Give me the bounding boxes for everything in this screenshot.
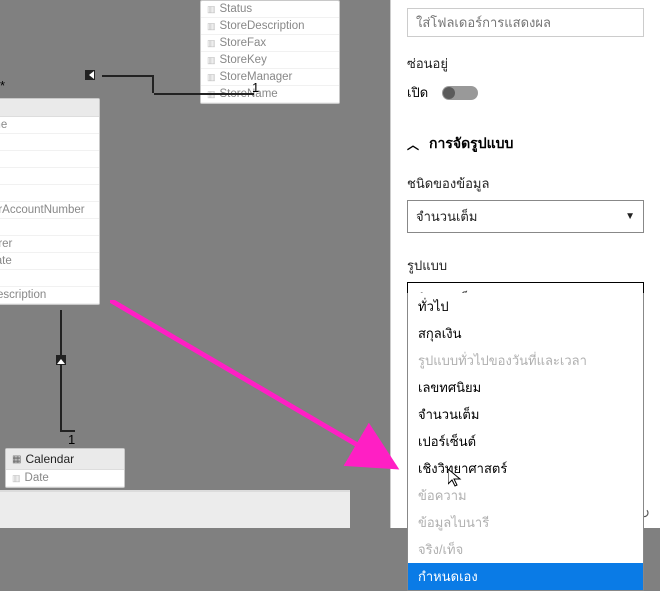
relationship-line[interactable] (154, 93, 254, 95)
field-name: StoreDescription (220, 20, 305, 32)
data-type-label: ชนิดของข้อมูล (407, 173, 644, 194)
table-store[interactable]: ▥ Status ▥ StoreDescription ▥ StoreFax ▥ Sto… (200, 0, 340, 104)
model-canvas[interactable]: ▥ Status ▥ StoreDescription ▥ StoreFax ▥ Sto… (0, 0, 350, 490)
field-name: ductDescription (0, 289, 46, 301)
hidden-label: ซ่อนอยู่ (407, 53, 644, 74)
format-option: ข้อมูลไบนารี (408, 509, 643, 536)
table-product[interactable]: ▦ d Name egory ier r ntry stomerAccountN… (0, 98, 100, 305)
toggle-knob (443, 87, 455, 99)
field-name: d Name (0, 119, 7, 131)
format-label: รูปแบบ (407, 255, 644, 276)
format-option[interactable]: สกุลเงิน (408, 320, 643, 347)
relationship-line[interactable] (102, 75, 152, 77)
table-icon: ▦ (12, 454, 21, 465)
table-title: Calendar (25, 452, 74, 466)
format-option[interactable]: เลขทศนิยม (408, 374, 643, 401)
field-name: rderDate (0, 255, 12, 267)
relationship-arrow-icon (56, 355, 66, 365)
format-option[interactable]: เปอร์เซ็นต์ (408, 428, 643, 455)
field-name: Date (25, 472, 49, 484)
format-option[interactable]: จำนวนเต็ม (408, 401, 643, 428)
format-option: รูปแบบทั่วไปของวันที่และเวลา (408, 347, 643, 374)
format-option: จริง/เท็จ (408, 536, 643, 563)
section-title: การจัดรูปแบบ (429, 133, 513, 155)
data-type-select[interactable]: จำนวนเต็ม ▼ (407, 200, 644, 233)
field-icon: ▥ (207, 72, 216, 83)
cardinality-many: * (0, 78, 5, 93)
field-name: stomerAccountNumber (0, 204, 85, 216)
relationship-line[interactable] (60, 310, 62, 430)
field-name: StoreFax (220, 37, 267, 49)
chevron-down-icon: ▼ (625, 211, 635, 222)
relationship-line[interactable] (152, 75, 154, 93)
chevron-up-icon: ︿ (407, 136, 419, 153)
select-value: จำนวนเต็ม (416, 206, 477, 227)
format-option-custom[interactable]: กำหนดเอง (408, 563, 643, 590)
hidden-toggle-value: เปิด (407, 82, 428, 103)
cardinality-one: 1 (252, 80, 259, 95)
properties-panel: ซ่อนอยู่ เปิด ︿ การจัดรูปแบบ ชนิดของข้อม… (390, 0, 660, 528)
field-icon: ▥ (207, 21, 216, 32)
field-icon: ▥ (207, 38, 216, 49)
field-name: ufacturer (0, 238, 12, 250)
format-option[interactable]: เชิงวิทยาศาสตร์ (408, 455, 643, 482)
field-icon: ▥ (12, 473, 21, 484)
field-icon: ▥ (207, 4, 216, 15)
table-calendar[interactable]: ▦ Calendar ▥ Date (5, 448, 125, 488)
field-name: StoreKey (220, 54, 267, 66)
format-option[interactable]: ทั่วไป (408, 293, 643, 320)
cardinality-one: 1 (68, 432, 75, 447)
relationship-arrow-icon (85, 70, 95, 80)
format-option: ข้อความ (408, 482, 643, 509)
formatting-section-header[interactable]: ︿ การจัดรูปแบบ (407, 133, 644, 155)
display-folder-input[interactable] (407, 8, 644, 37)
field-name: Status (220, 3, 253, 15)
hidden-toggle[interactable] (442, 86, 478, 100)
footer-bar (0, 490, 350, 528)
format-dropdown[interactable]: ทั่วไป สกุลเงิน รูปแบบทั่วไปของวันที่และ… (407, 293, 644, 591)
field-icon: ▥ (207, 55, 216, 66)
